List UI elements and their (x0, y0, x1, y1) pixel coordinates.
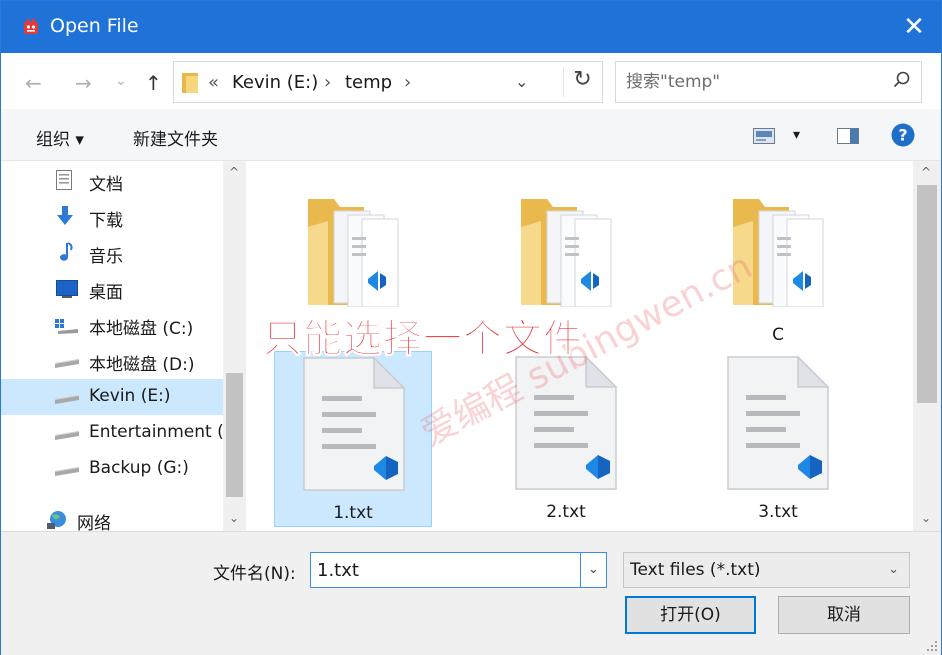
address-dropdown-icon[interactable]: ⌄ (515, 72, 528, 91)
sidebar-item-label: 网络 (77, 514, 111, 531)
filename-label: 文件名(N): (213, 564, 296, 584)
change-view-icon[interactable] (753, 128, 775, 144)
filename-input[interactable] (317, 559, 577, 581)
scroll-down-icon[interactable]: ⌄ (229, 511, 239, 525)
address-row: ← → ⌄ ↑ « Kevin (E:) › temp › ⌄ ↻ (1, 53, 941, 109)
breadcrumb-kevin-drive[interactable]: Kevin (E:) (232, 72, 318, 93)
annotation-label: 只能选择一个文件 (262, 317, 584, 363)
file-type-value: Text files (*.txt) (630, 560, 761, 580)
network-icon (47, 511, 66, 529)
forward-arrow-icon[interactable]: → (75, 71, 92, 95)
folder-with-files-icon (308, 199, 399, 307)
file-list-scrollbar[interactable]: ^ ⌄ (913, 161, 941, 531)
up-arrow-icon[interactable]: ↑ (145, 71, 162, 95)
file-name: C (772, 325, 784, 345)
new-folder-button[interactable]: 新建文件夹 (133, 125, 218, 150)
folder-icon (182, 73, 198, 93)
document-icon (56, 170, 72, 190)
recent-locations-chevron-icon[interactable]: ⌄ (115, 73, 127, 89)
file-name: 3.txt (758, 502, 798, 522)
scroll-down-icon[interactable]: ⌄ (921, 511, 931, 525)
sidebar-item-label: Entertainment ( (89, 422, 224, 442)
sidebar-item-drive-c[interactable]: 本地磁盘 (C:) (1, 307, 223, 343)
file-item-selected[interactable]: 1.txt (274, 351, 432, 527)
close-icon[interactable]: ✕ (897, 9, 931, 45)
folder-with-files-icon (521, 199, 612, 307)
breadcrumb-overflow[interactable]: « (208, 72, 219, 93)
txt-file-icon (727, 355, 830, 490)
address-bar[interactable]: « Kevin (E:) › temp › ⌄ ↻ (173, 61, 603, 103)
sidebar-scrollbar[interactable]: ^ ⌄ (223, 161, 246, 531)
preview-pane-icon[interactable] (837, 128, 859, 144)
file-name: 2.txt (546, 502, 586, 522)
sidebar-item-desktop[interactable]: 桌面 (1, 271, 223, 307)
command-bar: 组织 ▾ 新建文件夹 ▾ ? (1, 109, 941, 161)
window-title: Open File (50, 15, 139, 37)
navigation-pane: 文档 下载 音乐 桌面 本地磁盘 (C:) 本地磁盘 (D:) Kevin (E… (1, 161, 247, 531)
sidebar-item-drive-d[interactable]: 本地磁盘 (D:) (1, 343, 223, 379)
sidebar-item-label: 下载 (89, 211, 123, 231)
drive-icon (55, 395, 79, 404)
sidebar-item-label: 文档 (89, 175, 123, 195)
sidebar-item-music[interactable]: 音乐 (1, 235, 223, 271)
open-file-dialog: Open File ✕ ← → ⌄ ↑ « Kevin (E:) › temp … (0, 0, 942, 655)
cancel-button[interactable]: 取消 (778, 596, 910, 634)
file-item[interactable]: 3.txt (699, 351, 857, 527)
sidebar-item-label: 音乐 (89, 247, 123, 267)
help-glyph: ? (898, 126, 907, 145)
sidebar-item-label: Backup (G:) (89, 458, 189, 478)
drive-icon (55, 467, 79, 476)
sidebar-item-documents[interactable]: 文档 (1, 163, 223, 199)
scrollbar-thumb[interactable] (226, 373, 243, 497)
txt-file-icon (303, 356, 406, 491)
breadcrumb-separator[interactable]: › (324, 72, 331, 93)
sidebar-item-label: 桌面 (89, 283, 123, 303)
system-drive-icon (55, 319, 78, 334)
drive-icon (55, 359, 79, 368)
search-box[interactable] (615, 61, 922, 103)
drive-icon (55, 431, 79, 440)
sidebar-item-drive-e[interactable]: Kevin (E:) (1, 379, 223, 415)
scrollbar-thumb[interactable] (917, 185, 937, 403)
search-input[interactable] (626, 71, 876, 93)
back-arrow-icon[interactable]: ← (25, 71, 42, 95)
app-icon (24, 19, 38, 34)
help-icon[interactable]: ? (891, 123, 915, 147)
download-icon (57, 206, 73, 225)
breadcrumb-temp[interactable]: temp (345, 72, 392, 93)
sidebar-item-backup[interactable]: Backup (G:) (1, 451, 223, 487)
open-button[interactable]: 打开(O) (625, 596, 756, 634)
sidebar-item-label: Kevin (E:) (89, 386, 171, 406)
breadcrumb-separator[interactable]: › (404, 72, 411, 93)
sidebar-item-label: 本地磁盘 (D:) (89, 355, 195, 375)
organize-button[interactable]: 组织 ▾ (36, 125, 84, 150)
resize-grip-icon[interactable] (926, 640, 938, 652)
chevron-down-icon[interactable]: ⌄ (888, 562, 899, 577)
chevron-down-icon[interactable]: ⌄ (580, 553, 606, 587)
file-type-select[interactable]: Text files (*.txt) ⌄ (623, 552, 910, 588)
desktop-icon (56, 280, 78, 298)
title-bar[interactable]: Open File ✕ (1, 1, 941, 53)
sidebar-item-label: 本地磁盘 (C:) (89, 319, 194, 339)
scroll-up-icon[interactable]: ^ (229, 165, 239, 179)
filename-combobox[interactable]: ⌄ (310, 552, 607, 588)
sidebar-item-entertainment[interactable]: Entertainment ( (1, 415, 224, 451)
sidebar-item-network[interactable]: 网络 (1, 502, 223, 531)
scroll-up-icon[interactable]: ^ (921, 165, 931, 179)
search-icon[interactable] (892, 70, 912, 90)
view-options-dropdown-icon[interactable]: ▾ (793, 127, 800, 143)
file-name: 1.txt (333, 503, 373, 523)
music-icon (60, 242, 73, 261)
sidebar-item-downloads[interactable]: 下载 (1, 199, 223, 235)
refresh-icon[interactable]: ↻ (563, 67, 601, 97)
dialog-footer: 文件名(N): ⌄ Text files (*.txt) ⌄ 打开(O) 取消 (1, 531, 941, 655)
